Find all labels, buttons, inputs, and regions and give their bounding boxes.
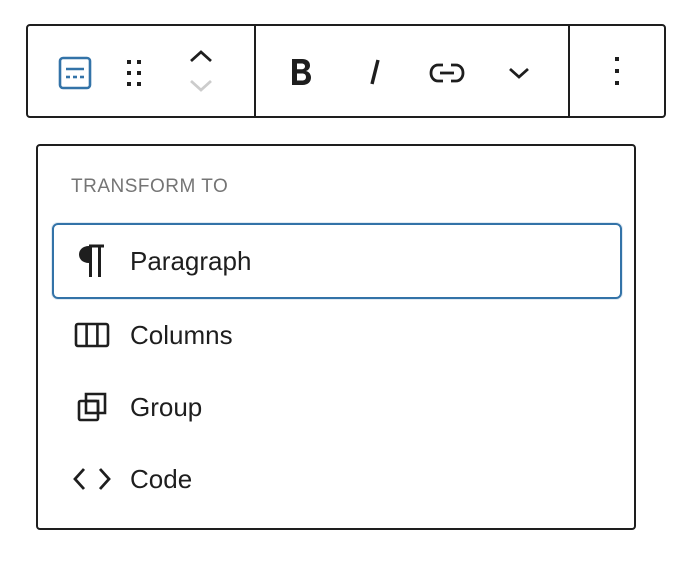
transform-item-label: Paragraph (130, 245, 252, 276)
transform-item-code[interactable]: Code (52, 441, 622, 517)
chevron-down-icon (190, 79, 212, 92)
drag-handle-icon (127, 60, 141, 86)
chevron-up-icon (190, 50, 212, 63)
drag-handle-button[interactable] (118, 54, 150, 92)
block-type-button[interactable] (56, 54, 94, 92)
transform-item-paragraph[interactable]: Paragraph (52, 223, 622, 299)
block-toolbar (26, 24, 666, 118)
options-group (570, 26, 664, 116)
block-tools-group (28, 26, 256, 116)
bold-button[interactable] (282, 52, 320, 92)
chevron-down-icon (509, 67, 529, 79)
code-icon (72, 459, 112, 499)
link-icon (429, 63, 465, 83)
transform-item-label: Code (130, 463, 193, 494)
formatting-group (256, 26, 570, 116)
transform-item-columns[interactable]: Columns (52, 297, 622, 373)
pilcrow-icon (72, 241, 112, 281)
more-vertical-icon (615, 57, 619, 85)
move-up-button[interactable] (184, 42, 218, 70)
options-button[interactable] (600, 49, 634, 93)
bold-icon (292, 59, 311, 85)
transform-item-label: Group (130, 391, 203, 422)
more-formatting-button[interactable] (502, 56, 536, 90)
move-down-button[interactable] (184, 72, 218, 100)
transform-item-label: Columns (130, 319, 233, 350)
link-button[interactable] (426, 54, 468, 92)
transform-popover: TRANSFORM TO Paragraph Columns Group Cod… (36, 144, 636, 530)
group-icon (72, 387, 112, 427)
block-mover (184, 42, 218, 100)
transform-item-group[interactable]: Group (52, 369, 622, 445)
columns-icon (72, 315, 112, 355)
paragraph-block-icon (58, 56, 92, 90)
italic-button[interactable] (356, 52, 394, 92)
transform-section-title: TRANSFORM TO (71, 176, 229, 197)
italic-icon (370, 59, 380, 85)
